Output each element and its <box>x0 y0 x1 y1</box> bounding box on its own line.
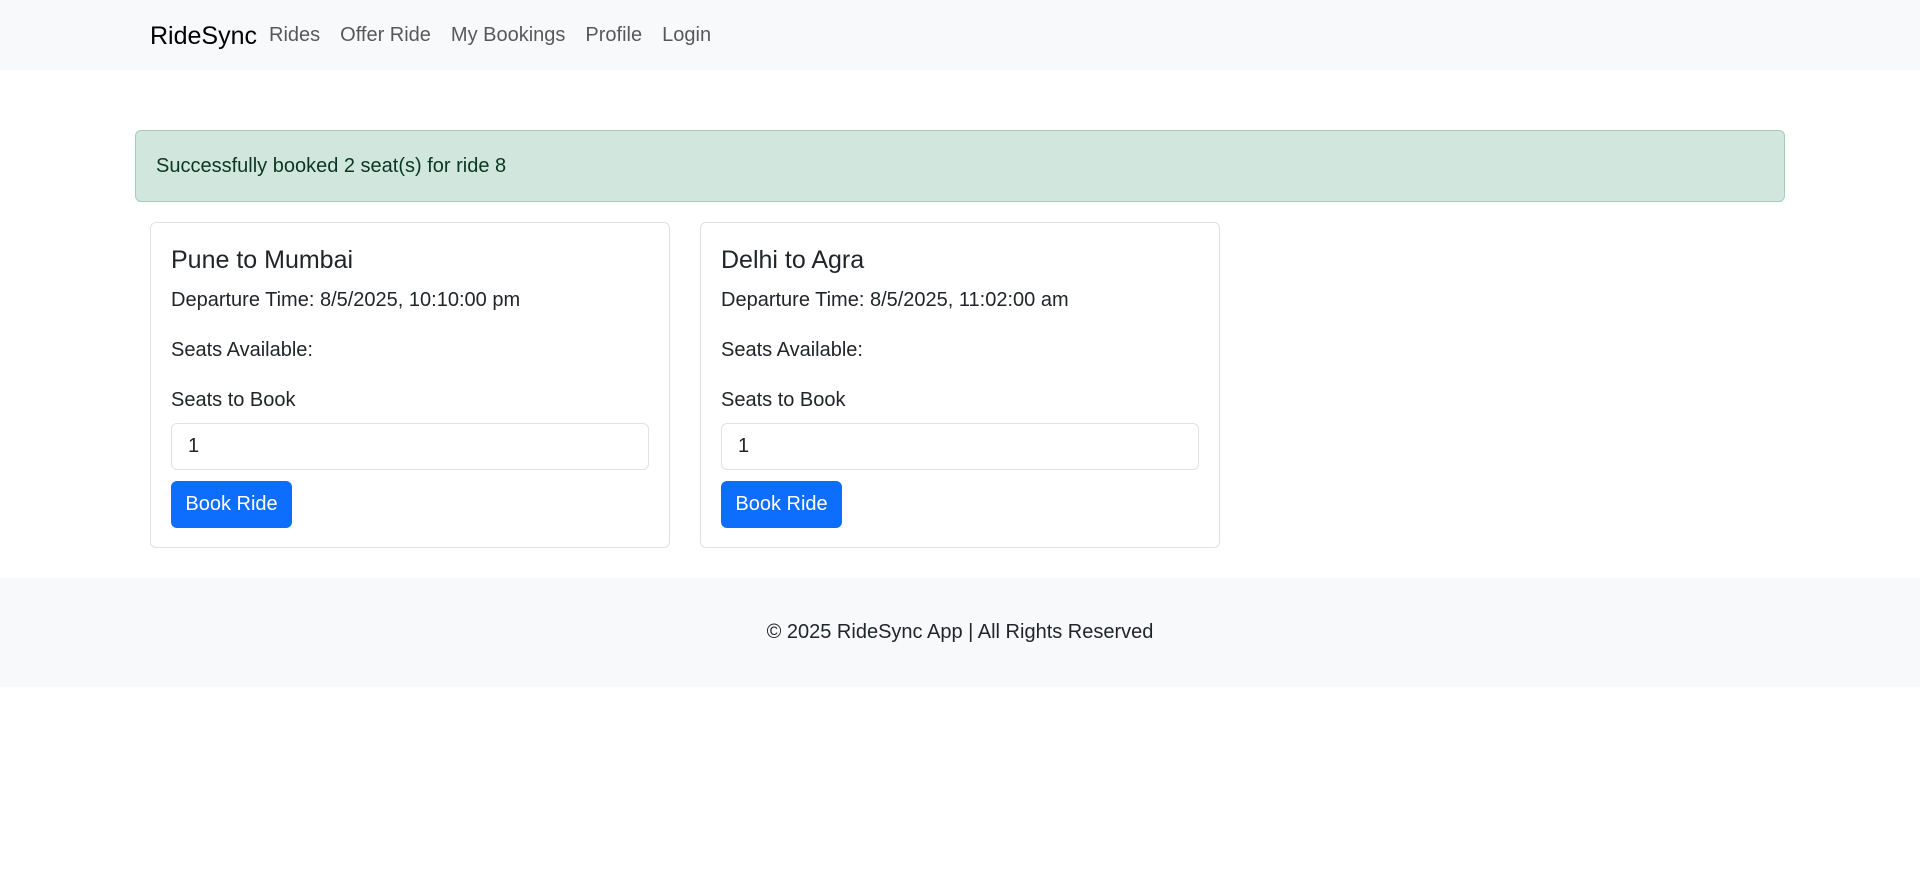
nav-link-login[interactable]: Login <box>652 24 721 47</box>
alert-message: Successfully booked 2 seat(s) for ride 8 <box>156 154 507 177</box>
ride-title: Pune to Mumbai <box>171 246 354 274</box>
seats-to-book-label: Seats to Book <box>721 389 846 411</box>
book-ride-button[interactable]: Book Ride <box>721 481 842 528</box>
seats-available: Seats Available: <box>721 339 863 361</box>
ride-card: Pune to Mumbai Departure Time: 8/5/2025,… <box>150 222 670 548</box>
ride-title: Delhi to Agra <box>721 246 865 274</box>
seats-to-book-input[interactable] <box>171 423 649 470</box>
nav-link-my-bookings[interactable]: My Bookings <box>441 24 576 47</box>
footer-copyright: © 2025 RideSync App | All Rights Reserve… <box>766 621 1154 643</box>
departure-time: Departure Time: 8/5/2025, 10:10:00 pm <box>171 289 521 311</box>
departure-time: Departure Time: 8/5/2025, 11:02:00 am <box>721 289 1069 311</box>
book-ride-button[interactable]: Book Ride <box>171 481 292 528</box>
footer: © 2025 RideSync App | All Rights Reserve… <box>0 578 1920 687</box>
ride-card: Delhi to Agra Departure Time: 8/5/2025, … <box>700 222 1220 548</box>
brand-logo[interactable]: RideSync <box>150 20 257 53</box>
nav-link-profile[interactable]: Profile <box>575 24 652 47</box>
success-alert: Successfully booked 2 seat(s) for ride 8 <box>135 130 1785 202</box>
seats-to-book-input[interactable] <box>721 423 1199 470</box>
nav-links: Rides Offer Ride My Bookings Profile Log… <box>259 0 721 70</box>
nav-link-rides[interactable]: Rides <box>259 24 330 47</box>
nav-link-offer-ride[interactable]: Offer Ride <box>330 24 441 47</box>
seats-to-book-label: Seats to Book <box>171 389 296 411</box>
navbar: RideSync Rides Offer Ride My Bookings Pr… <box>0 0 1920 70</box>
seats-available: Seats Available: <box>171 339 313 361</box>
